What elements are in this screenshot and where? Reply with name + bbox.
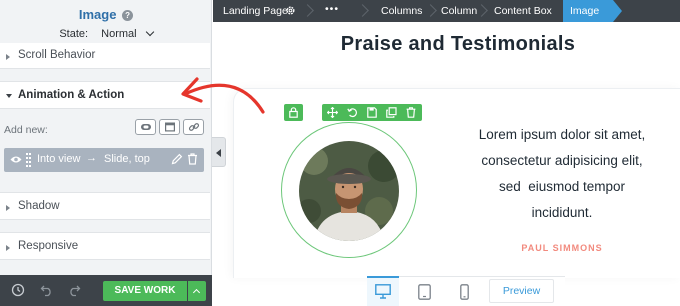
bottom-toolbar: SAVE WORK bbox=[0, 275, 212, 306]
caret-right-icon bbox=[6, 245, 10, 251]
save-work-button[interactable]: SAVE WORK bbox=[103, 281, 187, 301]
section-label: Responsive bbox=[18, 240, 79, 252]
caret-down-icon bbox=[6, 94, 12, 98]
undo-icon[interactable] bbox=[40, 283, 54, 297]
help-icon[interactable]: ? bbox=[122, 10, 134, 21]
breadcrumb-separator bbox=[426, 3, 434, 19]
section-shadow[interactable]: Shadow bbox=[0, 192, 210, 220]
animation-icon bbox=[140, 124, 151, 130]
breadcrumb-item-content-box[interactable]: Content Box bbox=[494, 5, 552, 17]
trash-icon[interactable] bbox=[187, 153, 198, 165]
more-icon[interactable]: ••• bbox=[325, 3, 339, 15]
chevron-up-icon bbox=[192, 288, 201, 297]
animation-item[interactable]: Into view → Slide, top bbox=[4, 148, 204, 172]
annotation-arrow-icon bbox=[181, 77, 265, 114]
section-responsive[interactable]: Responsive bbox=[0, 232, 210, 260]
lock-icon bbox=[289, 107, 298, 118]
breadcrumb-item-landing-page[interactable]: Landing Page bbox=[223, 5, 288, 17]
add-link-button[interactable] bbox=[183, 119, 204, 135]
portrait-image bbox=[299, 141, 399, 241]
eye-icon[interactable] bbox=[10, 155, 22, 164]
breadcrumb-item-columns[interactable]: Columns bbox=[381, 5, 422, 17]
move-icon[interactable] bbox=[327, 107, 338, 118]
duplicate-icon[interactable] bbox=[386, 107, 397, 118]
breadcrumb-active-arrow bbox=[613, 0, 622, 22]
pencil-icon[interactable] bbox=[171, 153, 183, 165]
page-heading: Praise and Testimonials bbox=[340, 33, 576, 55]
save-icon[interactable] bbox=[367, 107, 377, 118]
breadcrumb-item-column[interactable]: Column bbox=[441, 5, 477, 17]
tablet-icon[interactable] bbox=[418, 284, 431, 300]
animation-effect: Slide, top bbox=[104, 153, 150, 165]
history-icon[interactable] bbox=[11, 283, 25, 297]
caret-left-icon bbox=[216, 149, 221, 157]
quote-line: Lorem ipsum dolor sit amet, bbox=[478, 127, 646, 142]
panel-title-text: Image bbox=[78, 7, 117, 22]
window-icon bbox=[164, 122, 175, 132]
quote-line: sed eiusmod tempor bbox=[498, 179, 626, 194]
save-options-button[interactable] bbox=[188, 281, 206, 301]
mobile-icon[interactable] bbox=[460, 284, 469, 300]
redo-icon[interactable] bbox=[67, 283, 81, 297]
desktop-icon[interactable] bbox=[375, 284, 391, 299]
breadcrumb-separator bbox=[303, 3, 311, 19]
section-label: Animation & Action bbox=[18, 89, 125, 101]
add-popup-button[interactable] bbox=[159, 119, 180, 135]
settings-panel: Image ? State: Normal Scroll Behavior An… bbox=[0, 0, 212, 306]
lock-button[interactable] bbox=[284, 104, 303, 121]
testimonial-author: PAUL SIMMONS bbox=[521, 243, 603, 253]
quote-line: consectetur adipisicing elit, bbox=[481, 153, 643, 168]
section-label: Shadow bbox=[18, 200, 60, 212]
element-toolbar bbox=[322, 104, 422, 121]
add-animation-button[interactable] bbox=[135, 119, 156, 135]
breadcrumb-item-image[interactable]: Image bbox=[570, 5, 599, 17]
breadcrumb-separator bbox=[358, 3, 366, 19]
caret-right-icon bbox=[6, 205, 10, 211]
animation-trigger: Into view bbox=[37, 153, 81, 165]
state-row: State: Normal bbox=[0, 27, 212, 40]
state-select[interactable]: Normal bbox=[101, 28, 136, 40]
drag-handle-icon[interactable] bbox=[26, 153, 31, 167]
testimonial-photo[interactable] bbox=[299, 141, 399, 241]
breadcrumb-separator bbox=[477, 3, 485, 19]
arrow-right-icon: → bbox=[86, 152, 97, 164]
section-scroll-behavior[interactable]: Scroll Behavior bbox=[0, 43, 210, 69]
panel-title: Image ? bbox=[0, 7, 212, 22]
reset-icon[interactable] bbox=[347, 107, 358, 118]
breadcrumb: Landing Page ••• Columns Column Content … bbox=[213, 0, 680, 22]
active-device-indicator bbox=[367, 276, 399, 278]
link-icon bbox=[188, 123, 199, 131]
preview-button[interactable]: Preview bbox=[489, 279, 554, 303]
gear-icon[interactable] bbox=[285, 5, 296, 16]
caret-right-icon bbox=[6, 54, 10, 60]
animation-body: Add new: Into view → Slide, top bbox=[0, 109, 210, 183]
quote-line: incididunt. bbox=[531, 205, 593, 220]
collapse-panel-button[interactable] bbox=[212, 137, 226, 167]
add-new-label: Add new: bbox=[4, 124, 48, 136]
chevron-down-icon[interactable] bbox=[145, 27, 154, 37]
state-label: State: bbox=[59, 28, 89, 40]
trash-icon[interactable] bbox=[406, 107, 416, 118]
testimonial-quote: Lorem ipsum dolor sit amet, consectetur … bbox=[462, 122, 662, 226]
section-label: Scroll Behavior bbox=[18, 49, 96, 61]
